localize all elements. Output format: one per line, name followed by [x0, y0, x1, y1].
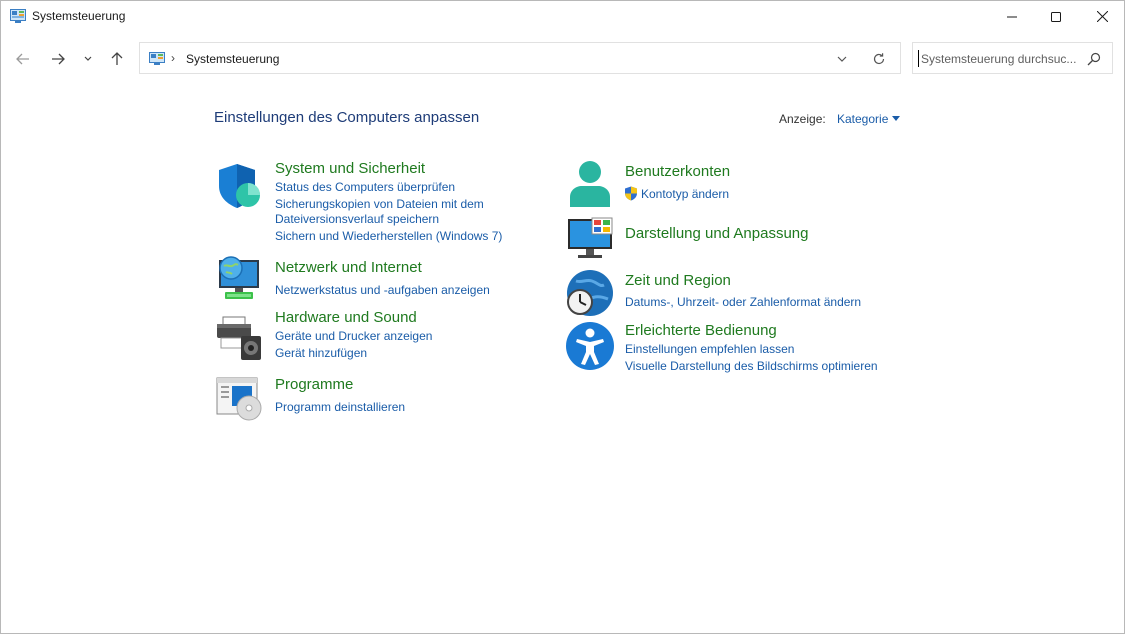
category-hardware-sound[interactable]: Hardware und Sound: [275, 309, 417, 326]
close-icon: [1096, 11, 1108, 22]
address-bar[interactable]: › Systemsteuerung: [139, 42, 901, 74]
up-button[interactable]: [105, 47, 129, 71]
category-time-region[interactable]: Zeit und Region: [625, 272, 731, 289]
back-arrow-icon: [16, 53, 29, 65]
link-optimize-display[interactable]: Visuelle Darstellung des Bildschirms opt…: [625, 359, 878, 373]
accessibility-icon[interactable]: [566, 322, 614, 370]
search-icon[interactable]: [1087, 52, 1101, 66]
uac-shield-icon: [625, 186, 637, 201]
chevron-down-icon: [84, 56, 92, 61]
link-uninstall-program[interactable]: Programm deinstallieren: [275, 400, 405, 414]
view-label: Anzeige:: [779, 112, 826, 126]
maximize-icon: [1051, 11, 1061, 22]
address-dropdown-button[interactable]: [834, 51, 850, 67]
programs-disc-icon[interactable]: [215, 374, 263, 422]
breadcrumb-separator[interactable]: ›: [171, 51, 175, 65]
printer-speaker-icon[interactable]: [215, 314, 263, 362]
network-globe-icon[interactable]: [215, 254, 263, 302]
forward-arrow-icon: [52, 53, 65, 65]
up-arrow-icon: [111, 52, 123, 65]
link-change-account-type[interactable]: Kontotyp ändern: [641, 187, 729, 201]
category-appearance-personalization[interactable]: Darstellung und Anpassung: [625, 225, 808, 242]
link-network-status[interactable]: Netzwerkstatus und -aufgaben anzeigen: [275, 283, 490, 297]
link-backup-restore[interactable]: Sichern und Wiederherstellen (Windows 7): [275, 229, 502, 243]
chevron-down-icon: [837, 56, 847, 62]
monitor-icon[interactable]: [566, 215, 614, 263]
category-ease-of-access[interactable]: Erleichterte Bedienung: [625, 322, 777, 339]
category-programs[interactable]: Programme: [275, 376, 353, 393]
link-check-computer-status[interactable]: Status des Computers überprüfen: [275, 180, 455, 194]
view-mode-dropdown[interactable]: Kategorie: [837, 112, 888, 126]
category-system-security[interactable]: System und Sicherheit: [275, 160, 425, 177]
title-bar[interactable]: Systemsteuerung: [1, 1, 1124, 33]
user-icon[interactable]: [566, 159, 614, 207]
shield-icon[interactable]: [215, 162, 263, 210]
minimize-button[interactable]: [989, 1, 1035, 32]
control-panel-small-icon: [149, 52, 165, 65]
link-devices-printers[interactable]: Geräte und Drucker anzeigen: [275, 329, 432, 343]
view-dropdown-caret-icon[interactable]: [892, 116, 900, 121]
category-network-internet[interactable]: Netzwerk und Internet: [275, 259, 422, 276]
link-date-time-format[interactable]: Datums-, Uhrzeit- oder Zahlenformat ände…: [625, 295, 861, 309]
link-file-history-line1[interactable]: Sicherungskopien von Dateien mit dem: [275, 197, 484, 211]
category-user-accounts[interactable]: Benutzerkonten: [625, 163, 730, 180]
control-panel-window: Systemsteuerung › Systemsteuerung System…: [0, 0, 1125, 634]
control-panel-app-icon: [10, 9, 26, 23]
back-button[interactable]: [11, 47, 35, 71]
search-box[interactable]: Systemsteuerung durchsuc...: [912, 42, 1113, 74]
link-recommend-settings[interactable]: Einstellungen empfehlen lassen: [625, 342, 794, 356]
minimize-icon: [1007, 16, 1017, 17]
window-title: Systemsteuerung: [32, 9, 126, 23]
recent-locations-button[interactable]: [77, 47, 99, 71]
refresh-button[interactable]: [871, 51, 887, 67]
clock-globe-icon[interactable]: [566, 269, 614, 317]
search-input[interactable]: Systemsteuerung durchsuc...: [921, 52, 1081, 66]
refresh-icon: [873, 53, 885, 65]
maximize-button[interactable]: [1033, 1, 1079, 32]
text-caret: [918, 50, 919, 67]
breadcrumb-systemsteuerung[interactable]: Systemsteuerung: [186, 52, 279, 66]
link-file-history-line2[interactable]: Dateiversionsverlauf speichern: [275, 212, 439, 226]
forward-button[interactable]: [46, 47, 70, 71]
link-add-device[interactable]: Gerät hinzufügen: [275, 346, 367, 360]
close-button[interactable]: [1079, 1, 1125, 32]
page-title: Einstellungen des Computers anpassen: [214, 109, 480, 126]
